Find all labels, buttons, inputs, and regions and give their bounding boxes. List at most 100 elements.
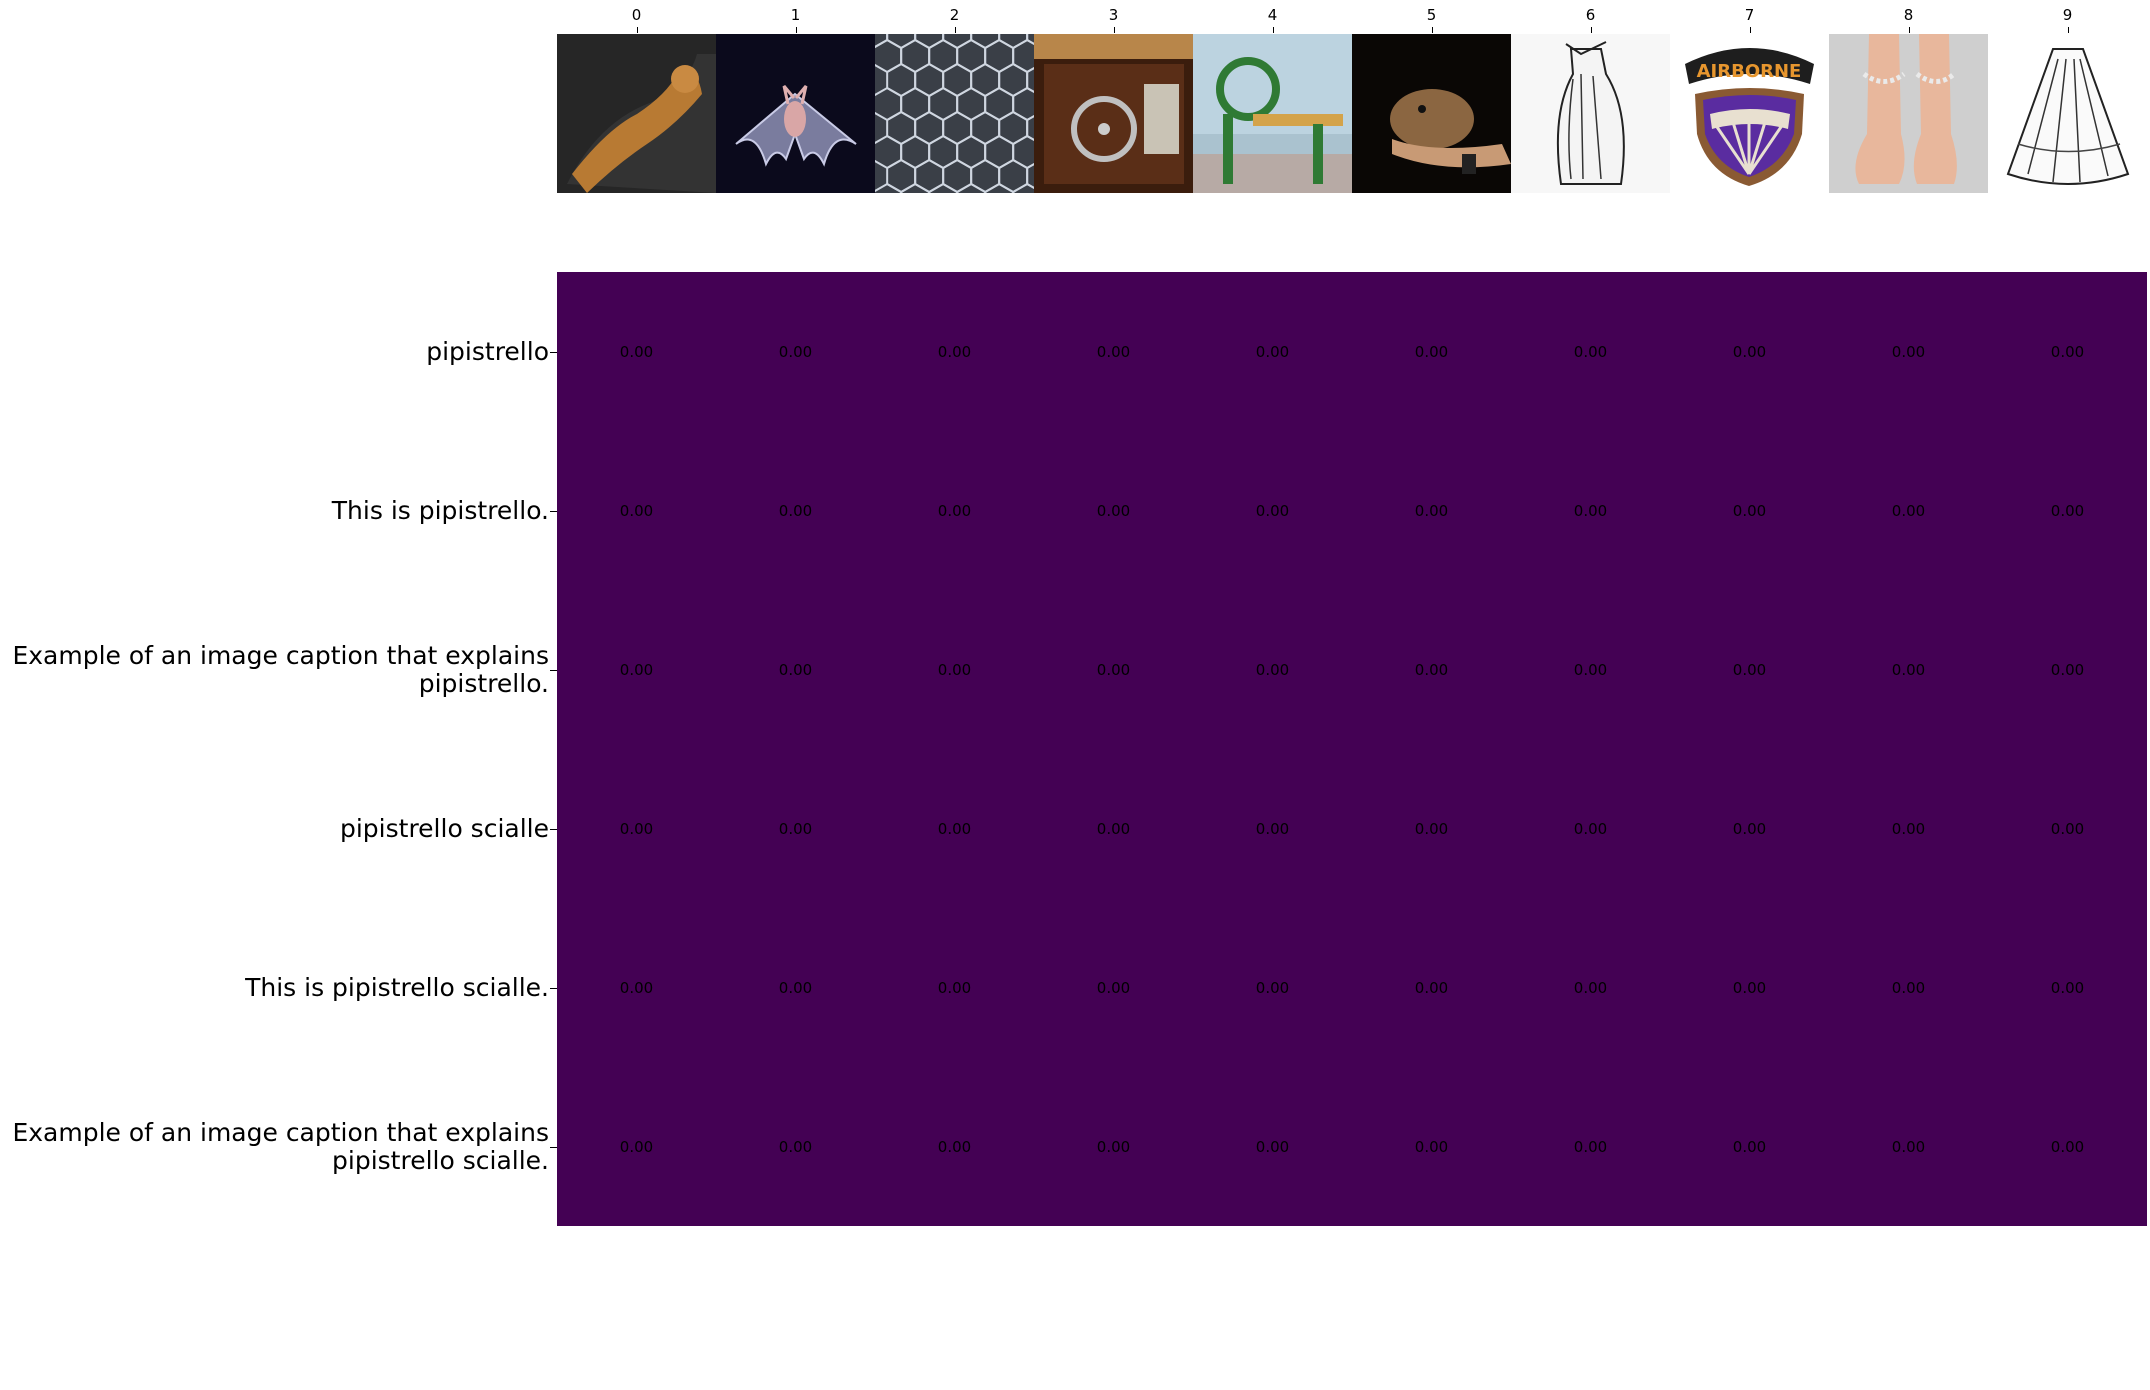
column-tick-label: 5 [1426,6,1437,24]
cell-value-label: 0.00 [619,819,654,838]
cell-value-label: 0.00 [778,342,813,361]
cell-value-label: 0.00 [1891,501,1926,520]
cell-value-label: 0.00 [937,660,972,679]
cell-value-label: 0.00 [1732,1137,1767,1156]
cell-value-label: 0.00 [1255,819,1290,838]
cell-value-label: 0.00 [1096,819,1131,838]
cell-value-label: 0.00 [2050,660,2085,679]
heatmap: 0.00 0.00 0.00 0.00 0.00 0.00 0.00 0.00 0.00 0.00… [557,272,2148,1227]
column-tick [955,27,956,33]
cell-value-label: 0.00 [1891,978,1926,997]
cell-value-label: 0.00 [1096,978,1131,997]
cell-value-label: 0.00 [1255,660,1290,679]
cell-value-label: 0.00 [1573,819,1608,838]
heatmap-canvas [557,272,2148,1227]
row-tick [550,1147,557,1148]
cell-value-label: 0.00 [1414,342,1449,361]
cell-value-label: 0.00 [1255,501,1290,520]
cell-value-label: 0.00 [1732,978,1767,997]
column-image-loom-machine [1034,34,1193,193]
column-tick [1273,27,1274,33]
column-tick-label: 9 [2062,6,2073,24]
column-tick [1909,27,1910,33]
cell-value-label: 0.00 [1732,819,1767,838]
cell-value-label: 0.00 [937,819,972,838]
cell-value-label: 0.00 [1096,660,1131,679]
cell-value-label: 0.00 [1096,1137,1131,1156]
cell-value-label: 0.00 [1891,1137,1926,1156]
cell-value-label: 0.00 [778,1137,813,1156]
cell-value-label: 0.00 [1573,978,1608,997]
cell-value-label: 0.00 [778,819,813,838]
cell-value-label: 0.00 [619,501,654,520]
column-tick [1114,27,1115,33]
cell-value-label: 0.00 [1891,819,1926,838]
row-tick-label: This is pipistrello. [331,495,549,525]
cell-value-label: 0.00 [1732,342,1767,361]
column-tick [1591,27,1592,33]
similarity-figure: 0 1 2 3 4 5 6 7 AIRBORNE 8 9 0.00 0.00 0.00 0.00 0.00 0… [0,0,2150,1390]
row-tick-label: pipistrello [426,336,549,366]
cell-value-label: 0.00 [619,660,654,679]
column-tick [1750,27,1751,33]
column-tick [2068,27,2069,33]
cell-value-label: 0.00 [619,1137,654,1156]
cell-value-label: 0.00 [619,978,654,997]
cell-value-label: 0.00 [2050,501,2085,520]
svg-text:AIRBORNE: AIRBORNE [1697,61,1802,82]
cell-value-label: 0.00 [1573,501,1608,520]
cell-value-label: 0.00 [2050,342,2085,361]
cell-value-label: 0.00 [1096,501,1131,520]
row-tick [550,352,557,353]
cell-value-label: 0.00 [1891,342,1926,361]
cell-value-label: 0.00 [778,501,813,520]
cell-value-label: 0.00 [1255,978,1290,997]
cell-value-label: 0.00 [937,501,972,520]
column-tick-label: 7 [1744,6,1755,24]
column-image-drawn-cloak [1511,34,1670,193]
cell-value-label: 0.00 [937,1137,972,1156]
row-tick [550,988,557,989]
cell-value-label: 0.00 [937,978,972,997]
column-tick [637,27,638,33]
column-image-bat [716,34,875,193]
cell-value-label: 0.00 [1732,660,1767,679]
cell-value-label: 0.00 [778,660,813,679]
column-tick [1432,27,1433,33]
column-image-drawn-cape [1988,34,2147,193]
cell-value-label: 0.00 [1255,1137,1290,1156]
row-tick [550,829,557,830]
cell-value-label: 0.00 [1096,342,1131,361]
column-tick-label: 2 [949,6,960,24]
column-tick-label: 3 [1108,6,1119,24]
cell-value-label: 0.00 [619,342,654,361]
cell-value-label: 0.00 [1891,660,1926,679]
cell-value-label: 0.00 [1573,342,1608,361]
column-tick-label: 0 [631,6,642,24]
cell-value-label: 0.00 [1732,501,1767,520]
column-tick-label: 8 [1903,6,1914,24]
column-image-ankle-bracelets-feet [1829,34,1988,193]
row-tick [550,670,557,671]
cell-value-label: 0.00 [2050,1137,2085,1156]
row-tick-label: This is pipistrello scialle. [245,972,549,1002]
cell-value-label: 0.00 [2050,978,2085,997]
column-image-airborne-patch: AIRBORNE [1670,34,1829,193]
column-image-mummy [557,34,716,193]
cell-value-label: 0.00 [1255,342,1290,361]
cell-value-label: 0.00 [1573,1137,1608,1156]
row-tick-label: Example of an image caption that explain… [12,1117,549,1175]
column-tick-label: 1 [790,6,801,24]
column-tick-label: 6 [1585,6,1596,24]
column-tick [796,27,797,33]
cell-value-label: 0.00 [937,342,972,361]
cell-value-label: 0.00 [778,978,813,997]
cell-value-label: 0.00 [2050,819,2085,838]
row-tick-label: Example of an image caption that explain… [12,640,549,698]
cell-value-label: 0.00 [1414,660,1449,679]
column-image-bat-on-hand [1352,34,1511,193]
cell-value-label: 0.00 [1414,978,1449,997]
cell-value-label: 0.00 [1414,1137,1449,1156]
column-image-printing-press [1193,34,1352,193]
cell-value-label: 0.00 [1414,819,1449,838]
